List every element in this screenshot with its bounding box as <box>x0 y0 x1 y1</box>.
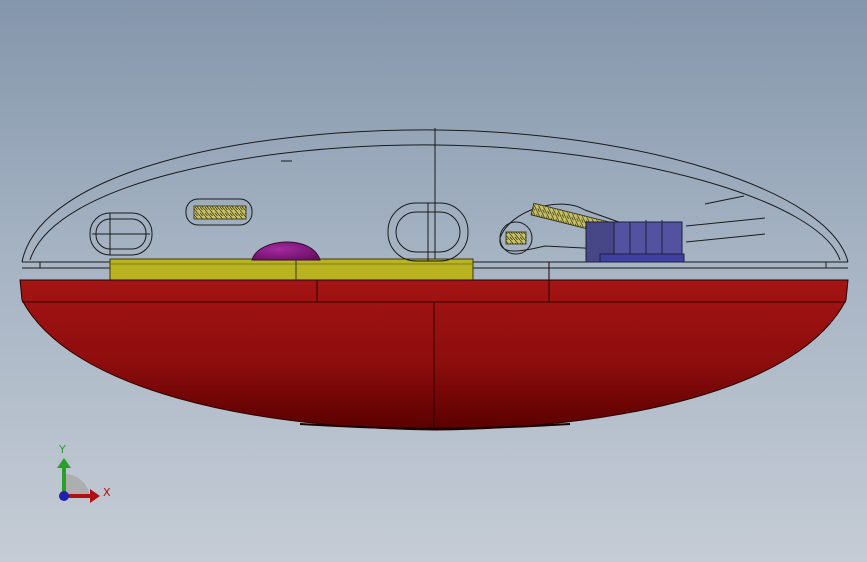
axis-x-label: X <box>103 486 111 499</box>
vent-lines <box>685 195 766 243</box>
left-capsule-component <box>89 212 153 256</box>
top-shell-wireframe <box>21 128 849 269</box>
cad-graphics-viewport[interactable]: Y X <box>0 0 867 562</box>
axis-y-label: Y <box>59 443 66 456</box>
middle-capsule-component <box>387 202 469 262</box>
button-dome <box>251 241 321 261</box>
coil-spring-left <box>185 198 253 226</box>
pcb-board <box>109 258 474 281</box>
mouse-assembly-model[interactable] <box>0 0 867 562</box>
cable-connector <box>585 220 685 263</box>
bottom-shell <box>19 262 849 431</box>
view-orientation-triad-icon[interactable] <box>57 458 100 503</box>
